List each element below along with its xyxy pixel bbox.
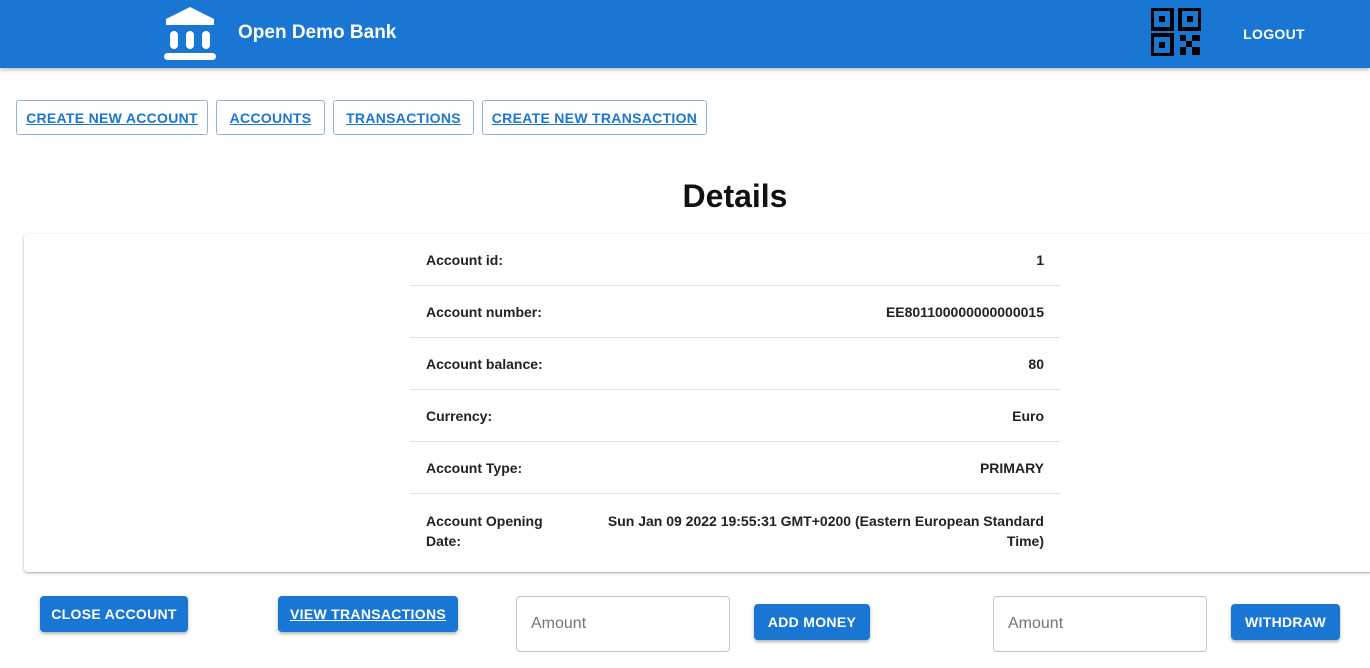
detail-value: 80 [1028, 355, 1044, 372]
view-transactions-button[interactable]: VIEW TRANSACTIONS [278, 596, 458, 632]
detail-label: Account number: [426, 303, 542, 320]
detail-label: Account balance: [426, 355, 543, 372]
detail-row-opening-date: Account Opening Date: Sun Jan 09 2022 19… [410, 494, 1060, 567]
detail-row-account-number: Account number: EE801100000000000015 [410, 286, 1060, 338]
page-title: Details [682, 178, 788, 214]
withdraw-button[interactable]: WITHDRAW [1231, 604, 1340, 640]
details-table: Account id: 1 Account number: EE80110000… [410, 234, 1060, 567]
detail-label: Currency: [426, 407, 493, 424]
detail-value: EE801100000000000015 [885, 303, 1044, 320]
detail-row-account-type: Account Type: PRIMARY [410, 442, 1060, 494]
detail-value: PRIMARY [979, 459, 1044, 476]
detail-label: Account Opening Date: [426, 512, 543, 549]
app-bar: Open Demo Bank LOGOUT [0, 0, 1370, 68]
detail-value: 1 [1036, 251, 1044, 268]
accounts-link[interactable]: ACCOUNTS [216, 100, 325, 135]
details-card: Account id: 1 Account number: EE80110000… [24, 234, 1370, 572]
close-account-button[interactable]: CLOSE ACCOUNT [40, 596, 188, 632]
bank-building-icon [164, 7, 216, 60]
add-amount-input[interactable] [516, 596, 730, 652]
add-money-button[interactable]: ADD MONEY [754, 604, 870, 640]
detail-row-account-id: Account id: 1 [410, 234, 1060, 286]
detail-value: Euro [1012, 407, 1044, 424]
detail-row-currency: Currency: Euro [410, 390, 1060, 442]
detail-value: Sun Jan 09 2022 19:55:31 GMT+0200 (Easte… [607, 512, 1044, 549]
qr-code-icon[interactable] [1151, 8, 1201, 56]
detail-label: Account id: [426, 251, 503, 268]
detail-label: Account Type: [426, 459, 523, 476]
create-new-transaction-link[interactable]: CREATE NEW TRANSACTION [482, 100, 707, 135]
create-new-account-link[interactable]: CREATE NEW ACCOUNT [16, 100, 208, 135]
app-title: Open Demo Bank [238, 22, 397, 43]
withdraw-amount-input[interactable] [993, 596, 1207, 652]
detail-row-account-balance: Account balance: 80 [410, 338, 1060, 390]
logout-button[interactable]: LOGOUT [1232, 22, 1316, 46]
transactions-link[interactable]: TRANSACTIONS [333, 100, 474, 135]
